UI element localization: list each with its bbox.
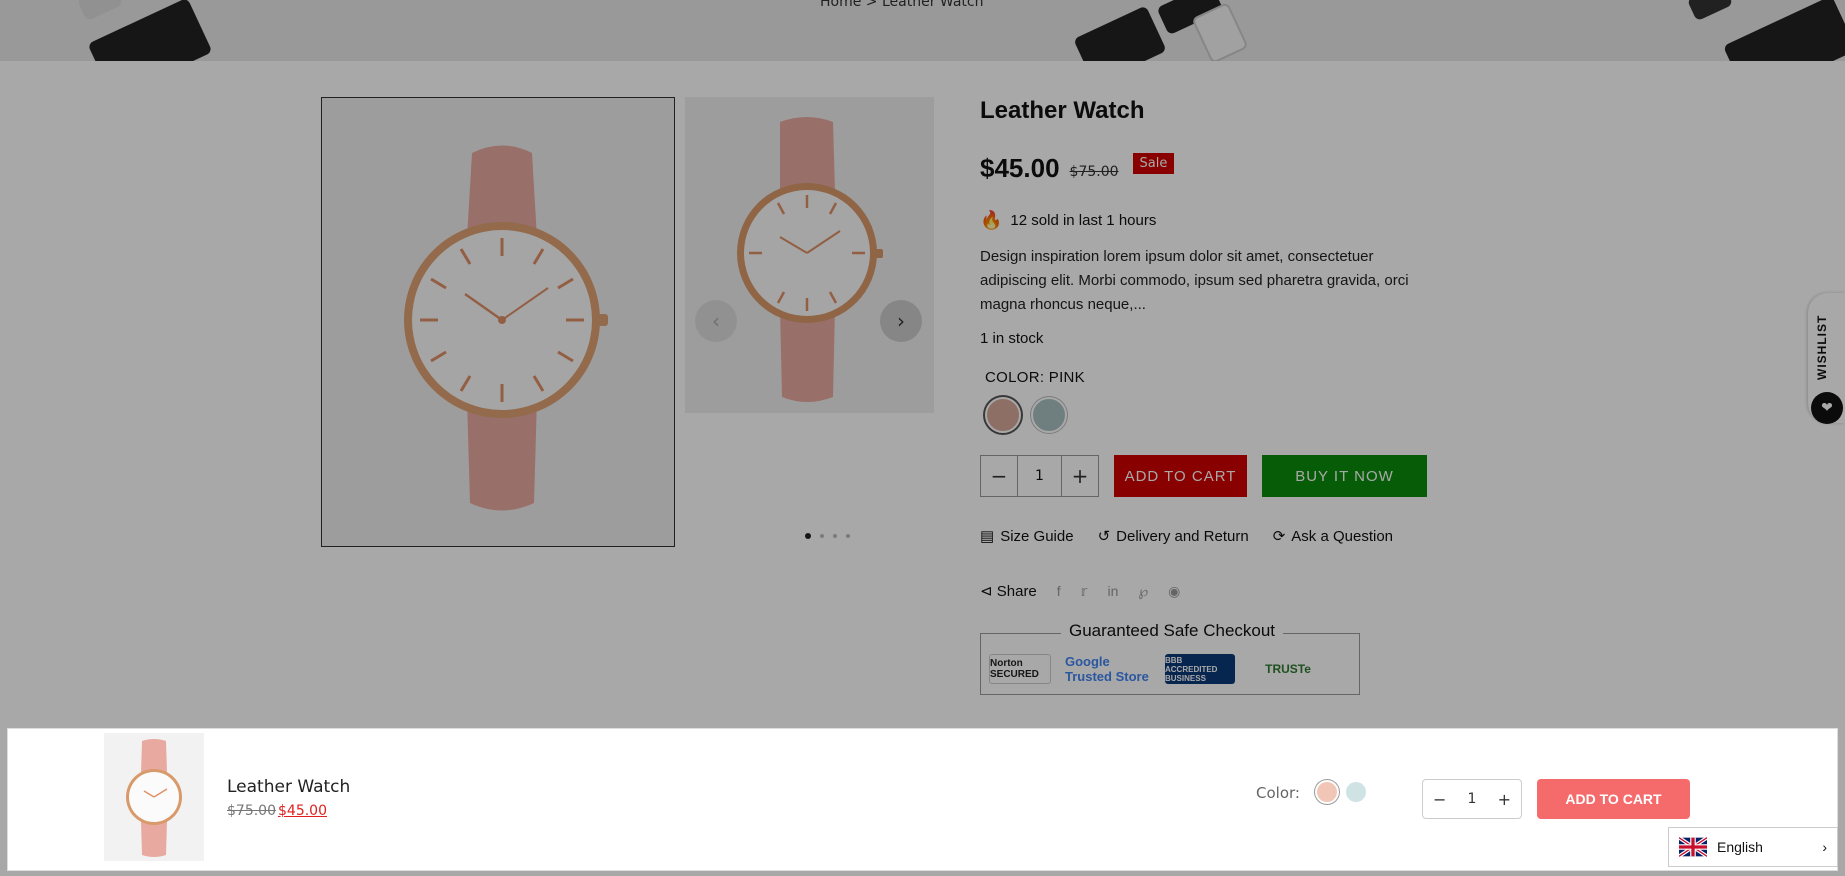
price-row: $45.00 $75.00 Sale (980, 153, 1175, 184)
product-main-image[interactable] (321, 97, 675, 547)
google-badge: Google Trusted Store (1065, 654, 1151, 684)
ruler-icon: ▤ (980, 528, 995, 545)
watch-image (685, 97, 934, 413)
sticky-quantity-stepper: − 1 + (1422, 779, 1522, 819)
sale-badge: Sale (1132, 153, 1175, 174)
color-label: COLOR: PINK (985, 369, 1085, 386)
quantity-stepper: − 1 + (980, 455, 1099, 497)
watch-image (104, 733, 204, 861)
slider-dots (805, 533, 850, 539)
color-swatch-grey[interactable] (1031, 397, 1067, 433)
banner-decoration (1722, 0, 1845, 61)
safe-checkout-title: Guaranteed Safe Checkout (1061, 621, 1284, 641)
heart-icon[interactable]: ❤ (1811, 392, 1843, 424)
truste-badge: TRUSTe (1249, 654, 1327, 684)
trust-badges: Norton SECURED Google Trusted Store BBB … (989, 654, 1327, 684)
ask-question-link[interactable]: ⟳ Ask a Question (1272, 527, 1393, 546)
fire-icon: 🔥 (980, 210, 1003, 230)
slider-dot[interactable] (820, 534, 824, 538)
return-icon: ↺ (1097, 528, 1111, 545)
size-guide-label: Size Guide (1000, 527, 1074, 545)
color-swatches (985, 397, 1067, 433)
product-links: ▤ Size Guide ↺ Delivery and Return ⟳ Ask… (980, 527, 1393, 546)
sticky-add-to-cart-button[interactable]: ADD TO CART (1537, 779, 1690, 819)
price-original: $75.00 (1069, 164, 1119, 180)
share-group[interactable]: ⊲ Share (980, 582, 1037, 600)
slider-prev-button[interactable]: ‹ (695, 300, 737, 342)
share-label: Share (996, 583, 1037, 600)
sticky-cart-bar: Leather Watch $75.00 $45.00 Color: − 1 +… (7, 728, 1838, 871)
sticky-price-current: $45.00 (278, 803, 327, 819)
chevron-right-icon: › (897, 309, 905, 333)
banner-decoration (1073, 5, 1167, 61)
slider-dot[interactable] (805, 533, 811, 539)
twitter-icon[interactable]: 𝕣 (1081, 583, 1088, 600)
delivery-return-link[interactable]: ↺ Delivery and Return (1097, 527, 1249, 546)
uk-flag-icon (1679, 837, 1707, 857)
share-row: ⊲ Share f 𝕣 in ℘ ◉ (980, 582, 1180, 601)
chevron-right-icon: › (1822, 839, 1827, 855)
add-to-cart-button[interactable]: ADD TO CART (1114, 455, 1247, 497)
sticky-product-image (104, 733, 204, 861)
quantity-decrease-button[interactable]: − (981, 464, 1017, 488)
banner-decoration (76, 0, 124, 22)
product-thumbnail-image[interactable] (685, 97, 934, 413)
ask-question-label: Ask a Question (1291, 527, 1393, 545)
language-selector[interactable]: English › (1668, 827, 1838, 867)
reddit-icon[interactable]: ◉ (1168, 583, 1180, 600)
refresh-icon: ⟳ (1272, 528, 1286, 545)
share-icon: ⊲ (980, 583, 993, 600)
chevron-left-icon: ‹ (712, 309, 720, 333)
sticky-quantity-decrease[interactable]: − (1433, 790, 1446, 809)
delivery-return-label: Delivery and Return (1116, 527, 1249, 545)
slider-dot[interactable] (846, 534, 850, 538)
wishlist-label: WISHLIST (1815, 314, 1829, 380)
page-banner: Home > Leather Watch (0, 0, 1845, 61)
sticky-quantity-input[interactable]: 1 (1468, 791, 1477, 807)
price-current: $45.00 (980, 153, 1060, 183)
size-guide-link[interactable]: ▤ Size Guide (980, 527, 1074, 546)
watch-image (322, 98, 674, 546)
bbb-badge: BBB ACCREDITED BUSINESS (1165, 654, 1235, 684)
slider-next-button[interactable]: › (880, 300, 922, 342)
sticky-product-title: Leather Watch (227, 777, 351, 797)
sold-text: 12 sold in last 1 hours (1010, 212, 1157, 229)
language-label: English (1717, 839, 1763, 855)
product-description: Design inspiration lorem ipsum dolor sit… (980, 248, 1409, 313)
sticky-quantity-increase[interactable]: + (1498, 790, 1511, 809)
quantity-input[interactable]: 1 (1017, 456, 1062, 496)
quantity-increase-button[interactable]: + (1062, 464, 1098, 488)
facebook-icon[interactable]: f (1057, 583, 1061, 599)
safe-checkout-box: Guaranteed Safe Checkout Norton SECURED … (980, 621, 1360, 695)
norton-badge: Norton SECURED (989, 654, 1051, 684)
banner-decoration (1686, 0, 1734, 22)
breadcrumb[interactable]: Home > Leather Watch (820, 0, 984, 10)
stock-status: 1 in stock (980, 330, 1044, 347)
buy-now-button[interactable]: BUY IT NOW (1262, 455, 1427, 497)
product-title: Leather Watch (980, 97, 1145, 124)
sticky-swatch-grey[interactable] (1346, 782, 1366, 802)
color-swatch-pink[interactable] (985, 397, 1021, 433)
sticky-color-label: Color: (1256, 784, 1300, 802)
linkedin-icon[interactable]: in (1107, 583, 1118, 599)
sold-indicator: 🔥 12 sold in last 1 hours (980, 210, 1156, 231)
sticky-price-original: $75.00 (227, 803, 276, 819)
pinterest-icon[interactable]: ℘ (1138, 583, 1148, 600)
sticky-swatch-pink[interactable] (1315, 780, 1339, 804)
slider-dot[interactable] (833, 534, 837, 538)
